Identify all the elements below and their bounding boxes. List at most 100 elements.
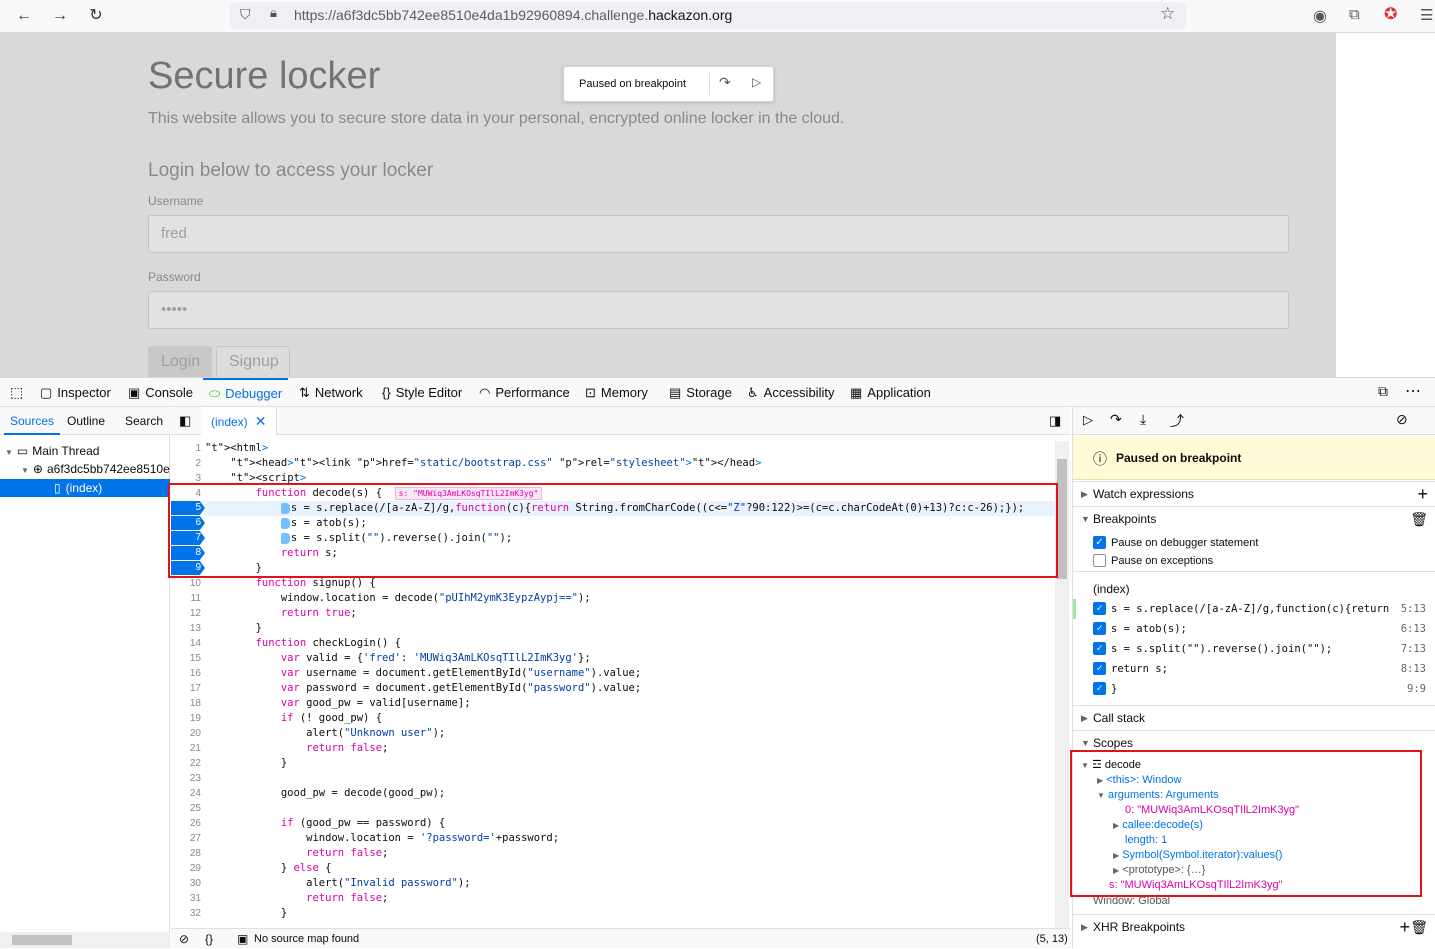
trash-icon[interactable]: 🗑︎ <box>1410 507 1428 531</box>
xhr-breakpoints-header[interactable]: ▶ XHR Breakpoints + 🗑︎ <box>1073 914 1435 938</box>
back-icon[interactable]: ← <box>12 4 36 28</box>
line-number[interactable]: 24 <box>171 786 201 801</box>
breakpoint-item[interactable]: ✓ return s; 8:13 <box>1073 659 1435 679</box>
chevron-right-icon: ▶ <box>1081 489 1088 499</box>
reload-icon[interactable]: ↻ <box>84 4 108 28</box>
watch-expressions-header[interactable]: ▶ Watch expressions + <box>1073 481 1435 505</box>
tab-memory[interactable]: ⊡ Memory <box>585 378 648 407</box>
line-number[interactable]: 31 <box>171 891 201 906</box>
tree-file-index[interactable]: ▯ (index) <box>0 479 170 497</box>
password-input[interactable]: ••••• <box>148 291 1289 329</box>
close-icon[interactable]: ✕ <box>255 413 267 429</box>
account-icon[interactable]: ◉ <box>1313 6 1327 26</box>
toggle-sidebar-icon[interactable]: ◧ <box>179 413 191 429</box>
resume-icon[interactable]: ▷ <box>1083 412 1093 428</box>
line-number[interactable]: 26 <box>171 816 201 831</box>
line-number[interactable]: 1 <box>171 441 201 456</box>
line-number[interactable]: 10 <box>171 576 201 591</box>
tab-application[interactable]: ▦ Application <box>850 378 931 407</box>
line-number[interactable]: 29 <box>171 861 201 876</box>
shield-icon: ⛉ <box>240 6 251 22</box>
breakpoint-item[interactable]: ✓ s = s.split("").reverse().join(""); 7:13 <box>1073 639 1435 659</box>
line-number[interactable]: 19 <box>171 711 201 726</box>
login-button[interactable]: Login <box>148 346 212 378</box>
resume-icon[interactable]: ▷ <box>752 75 761 89</box>
addon-icon[interactable]: ✪ <box>1384 4 1397 24</box>
pause-debugger-option[interactable]: ✓ Pause on debugger statement <box>1073 533 1435 553</box>
line-number[interactable]: 18 <box>171 696 201 711</box>
element-picker-icon[interactable]: ⬚ <box>10 384 23 401</box>
callstack-header[interactable]: ▶ Call stack <box>1073 705 1435 729</box>
line-number[interactable]: 17 <box>171 681 201 696</box>
step-in-icon[interactable]: ⤓ <box>1140 411 1146 428</box>
tree-host[interactable]: ▼ ⊕ a6f3dc5bb742ee8510e4 <box>0 460 170 478</box>
tab-search[interactable]: Search <box>125 407 163 435</box>
tab-performance[interactable]: ◠ Performance <box>479 378 570 407</box>
breakpoint-location: 9:9 <box>1407 683 1426 695</box>
deactivate-breakpoints-icon[interactable]: ⊘ <box>1396 411 1408 428</box>
checkbox[interactable] <box>1093 554 1106 567</box>
code-line: "t"><html> <box>205 442 269 454</box>
horizontal-scrollbar[interactable] <box>0 932 170 948</box>
tab-sources[interactable]: Sources <box>4 407 61 435</box>
step-over-icon[interactable]: ↷ <box>719 74 731 91</box>
checkbox[interactable]: ✓ <box>1093 536 1106 549</box>
line-number[interactable]: 28 <box>171 846 201 861</box>
add-icon[interactable]: + <box>1417 482 1428 506</box>
line-number[interactable]: 13 <box>171 621 201 636</box>
breakpoint-item[interactable]: ✓} 9:9 <box>1073 679 1435 699</box>
line-number[interactable]: 15 <box>171 651 201 666</box>
extensions-icon[interactable]: ⧉ <box>1349 6 1360 23</box>
line-number[interactable]: 16 <box>171 666 201 681</box>
line-number[interactable]: 12 <box>171 606 201 621</box>
more-options-icon[interactable]: ⋯ <box>1405 381 1421 401</box>
tab-inspector[interactable]: ▢ Inspector <box>40 378 111 407</box>
forward-icon[interactable]: → <box>48 4 72 28</box>
line-number[interactable]: 30 <box>171 876 201 891</box>
line-number[interactable]: 23 <box>171 771 201 786</box>
tab-console[interactable]: ▣ Console <box>128 378 193 407</box>
breakpoint-item[interactable]: ✓ s = atob(s); 6:13 <box>1073 619 1435 639</box>
chip-icon: ⊡ <box>585 385 596 400</box>
tab-storage[interactable]: ▤ Storage <box>669 378 732 407</box>
breakpoint-code: } <box>1111 683 1118 695</box>
signup-button[interactable]: Signup <box>216 346 290 378</box>
checkbox[interactable]: ✓ <box>1093 642 1106 655</box>
checkbox[interactable]: ✓ <box>1093 602 1106 615</box>
toggle-right-panel-icon[interactable]: ◨ <box>1049 413 1061 429</box>
line-number[interactable]: 14 <box>171 636 201 651</box>
pause-exceptions-option[interactable]: Pause on exceptions <box>1073 551 1435 571</box>
line-number[interactable]: 20 <box>171 726 201 741</box>
checkbox[interactable]: ✓ <box>1093 622 1106 635</box>
line-number[interactable]: 11 <box>171 591 201 606</box>
paused-banner-text: Paused on breakpoint <box>1116 451 1242 465</box>
tab-style-editor[interactable]: {} Style Editor <box>382 378 462 407</box>
trash-icon[interactable]: 🗑︎ <box>1410 915 1428 939</box>
menu-icon[interactable]: ☰ <box>1420 6 1433 24</box>
step-out-icon[interactable]: ⤴ <box>1170 411 1184 431</box>
tab-network[interactable]: ⇅ Network <box>299 378 363 407</box>
checkbox[interactable]: ✓ <box>1093 662 1106 675</box>
checkbox[interactable]: ✓ <box>1093 682 1106 695</box>
url-field[interactable]: ⛉ 🔒︎ https://a6f3dc5bb742ee8510e4da1b929… <box>230 2 1186 29</box>
username-input[interactable]: fred <box>148 215 1289 253</box>
breakpoint-item[interactable]: ✓ s = s.replace(/[a-zA-Z]/g,function(c){r… <box>1073 599 1435 619</box>
step-over-icon[interactable]: ↷ <box>1110 411 1122 428</box>
editor-tab-index[interactable]: (index) ✕ <box>201 407 278 435</box>
tab-debugger[interactable]: ⬭ Debugger <box>203 378 289 407</box>
star-icon[interactable]: ☆ <box>1160 4 1175 24</box>
line-number[interactable]: 22 <box>171 756 201 771</box>
dock-icon[interactable]: ⧉ <box>1378 383 1388 400</box>
line-number[interactable]: 21 <box>171 741 201 756</box>
blackbox-icon[interactable]: ⊘ <box>179 929 189 949</box>
add-icon[interactable]: + <box>1399 915 1410 939</box>
tab-outline[interactable]: Outline <box>67 407 105 435</box>
pretty-print-icon[interactable]: {} <box>205 929 213 949</box>
breakpoints-header[interactable]: ▼ Breakpoints 🗑︎ <box>1073 506 1435 530</box>
tree-main-thread[interactable]: ▼ ▭ Main Thread <box>0 442 170 460</box>
tab-accessibility[interactable]: ♿︎ Accessibility <box>747 378 834 407</box>
line-number[interactable]: 27 <box>171 831 201 846</box>
line-number[interactable]: 25 <box>171 801 201 816</box>
line-number[interactable]: 2 <box>171 456 201 471</box>
line-number[interactable]: 32 <box>171 906 201 921</box>
